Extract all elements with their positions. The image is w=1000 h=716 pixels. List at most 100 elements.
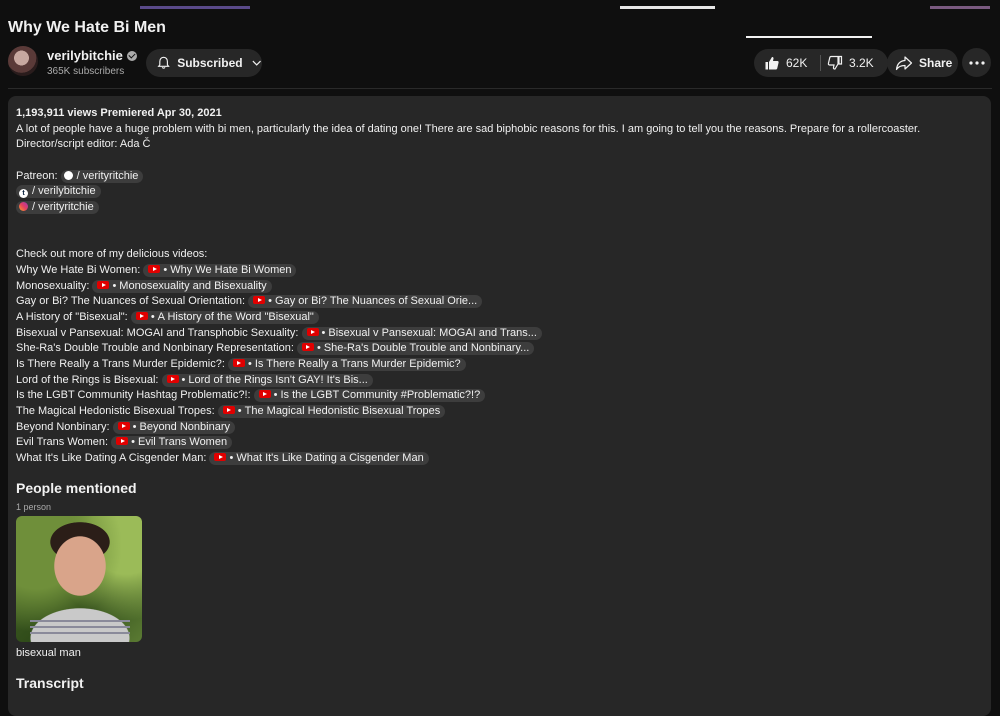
video-link-chip[interactable]: • Monosexuality and Bisexuality <box>92 279 272 293</box>
share-button[interactable]: Share <box>887 49 958 77</box>
thumbnail-strip-segment <box>620 6 715 9</box>
subscribed-button[interactable]: Subscribed <box>146 49 262 77</box>
video-link-line: Beyond Nonbinary: • Beyond Nonbinary <box>16 420 983 436</box>
video-link-label: A History of "Bisexual": <box>16 310 128 323</box>
video-link-label: What It's Like Dating A Cisgender Man: <box>16 452 207 465</box>
bell-icon <box>157 56 170 69</box>
channel-avatar[interactable] <box>8 46 38 76</box>
video-link-chip[interactable]: • What It's Like Dating a Cisgender Man <box>209 452 429 466</box>
youtube-icon <box>97 280 110 289</box>
transcript-heading: Transcript <box>16 675 84 691</box>
like-count: 62K <box>786 56 808 70</box>
video-link-chip[interactable]: • Is There Really a Trans Murder Epidemic… <box>227 358 466 371</box>
video-link-text: Monosexuality and Bisexuality <box>119 279 267 292</box>
video-link-line: The Magical Hedonistic Bisexual Tropes: … <box>16 404 983 420</box>
video-link-text: Why We Hate Bi Women <box>170 263 292 276</box>
patreon-line: Patreon: / verityritchie <box>16 169 983 185</box>
shirt-stripe <box>30 632 130 634</box>
dislike-count: 3.2K <box>849 56 874 70</box>
video-link-chip[interactable]: • Evil Trans Women <box>111 436 233 450</box>
person-photo[interactable] <box>16 516 142 642</box>
video-link-chip[interactable]: • Lord of the Rings Isn't GAY! It's Bis..… <box>161 373 373 387</box>
tumblr-link-text: / verilybitchie <box>32 185 96 198</box>
like-bar <box>746 36 872 38</box>
subscriber-count: 365K subscribers <box>47 66 125 77</box>
description-panel[interactable]: 1,193,911 views Premiered Apr 30, 2021 A… <box>8 96 991 716</box>
video-link-chip[interactable]: • Bisexual v Pansexual: MOGAI and Trans..… <box>301 326 542 340</box>
youtube-icon <box>222 406 235 415</box>
dislike-button[interactable]: 3.2K <box>821 49 888 77</box>
patreon-link-text: / verityritchie <box>76 169 139 182</box>
youtube-icon <box>258 390 271 399</box>
video-link-label: She-Ra's Double Trouble and Nonbinary Re… <box>16 342 294 355</box>
youtube-icon <box>117 421 130 430</box>
video-link-line: Bisexual v Pansexual: MOGAI and Transpho… <box>16 326 983 342</box>
subscribed-label: Subscribed <box>177 56 243 70</box>
video-link-text: She-Ra's Double Trouble and Nonbinary... <box>323 342 530 355</box>
thumbnail-strip-segment <box>930 6 990 9</box>
thumbnail-strip-segment <box>140 6 250 9</box>
video-link-line: Evil Trans Women: • Evil Trans Women <box>16 435 983 451</box>
video-link-line: Gay or Bi? The Nuances of Sexual Orienta… <box>16 294 983 310</box>
youtube-icon <box>166 374 179 383</box>
instagram-link[interactable]: / verityritchie <box>16 201 99 215</box>
description-credit: Director/script editor: Ada Č <box>16 138 151 151</box>
video-link-chip[interactable]: • Gay or Bi? The Nuances of Sexual Orie..… <box>248 295 483 309</box>
channel-name-container[interactable]: verilybitchie <box>47 48 137 63</box>
video-link-text: The Magical Hedonistic Bisexual Tropes <box>244 405 441 418</box>
video-link-line: Monosexuality: • Monosexuality and Bisexu… <box>16 279 983 295</box>
share-label: Share <box>919 56 953 70</box>
tumblr-icon: t <box>19 189 28 199</box>
shirt-stripe <box>30 620 130 622</box>
share-icon <box>895 56 913 71</box>
more-horizontal-icon <box>968 60 985 65</box>
like-button[interactable]: 62K <box>754 49 820 77</box>
video-link-chip[interactable]: • Why We Hate Bi Women <box>143 263 297 277</box>
thumbs-up-icon <box>765 56 779 70</box>
video-link-label: Bisexual v Pansexual: MOGAI and Transpho… <box>16 326 299 339</box>
video-link-text: A History of the Word "Bisexual" <box>157 310 314 323</box>
youtube-icon <box>135 311 148 320</box>
video-link-chip[interactable]: • She-Ra's Double Trouble and Nonbinary..… <box>296 342 535 356</box>
video-link-text: Beyond Nonbinary <box>139 420 230 433</box>
video-link-text: What It's Like Dating a Cisgender Man <box>236 452 424 465</box>
video-link-text: Evil Trans Women <box>138 436 228 449</box>
video-link-chip[interactable]: • A History of the Word "Bisexual" <box>130 310 319 324</box>
person-name[interactable]: bisexual man <box>16 647 81 659</box>
instagram-link-text: / verityritchie <box>32 201 94 214</box>
video-link-label: Gay or Bi? The Nuances of Sexual Orienta… <box>16 295 246 308</box>
video-link-label: Is the LGBT Community Hashtag Problemati… <box>16 389 251 402</box>
patreon-link[interactable]: / verityritchie <box>60 169 144 183</box>
video-link-line: Is There Really a Trans Murder Epidemic?… <box>16 357 983 373</box>
video-link-label: Why We Hate Bi Women: <box>16 263 141 276</box>
thumbs-down-icon <box>827 55 843 70</box>
video-title: Why We Hate Bi Men <box>8 19 166 36</box>
more-actions-button[interactable] <box>962 48 991 77</box>
video-link-line: Lord of the Rings is Bisexual: • Lord of … <box>16 373 983 389</box>
video-link-text: Bisexual v Pansexual: MOGAI and Trans... <box>328 326 537 339</box>
player-progress-strip <box>0 0 1000 9</box>
video-link-text: Is There Really a Trans Murder Epidemic? <box>254 358 461 370</box>
youtube-icon <box>253 296 266 305</box>
video-link-label: Evil Trans Women: <box>16 436 109 449</box>
video-link-line: Is the LGBT Community Hashtag Problemati… <box>16 388 983 404</box>
patreon-label: Patreon: <box>16 169 58 182</box>
video-link-text: Lord of the Rings Isn't GAY! It's Bis... <box>188 373 368 386</box>
youtube-icon <box>116 437 129 446</box>
view-stats: 1,193,911 views Premiered Apr 30, 2021 <box>16 107 222 119</box>
video-link-chip[interactable]: • Is the LGBT Community #Problematic?!? <box>253 389 486 403</box>
tumblr-link[interactable]: t / verilybitchie <box>16 185 101 199</box>
instagram-icon <box>19 202 28 212</box>
description-content: 1,193,911 views Premiered Apr 30, 2021 A… <box>16 106 983 467</box>
channel-name[interactable]: verilybitchie <box>47 48 123 63</box>
like-dislike-group: 62K 3.2K <box>754 49 888 77</box>
video-link-chip[interactable]: • The Magical Hedonistic Bisexual Tropes <box>217 405 446 419</box>
video-link-line: What It's Like Dating A Cisgender Man: •… <box>16 451 983 467</box>
youtube-icon <box>306 327 319 336</box>
video-link-text: Gay or Bi? The Nuances of Sexual Orie... <box>275 295 478 308</box>
video-link-label: Monosexuality: <box>16 279 90 292</box>
video-link-chip[interactable]: • Beyond Nonbinary <box>112 420 235 434</box>
